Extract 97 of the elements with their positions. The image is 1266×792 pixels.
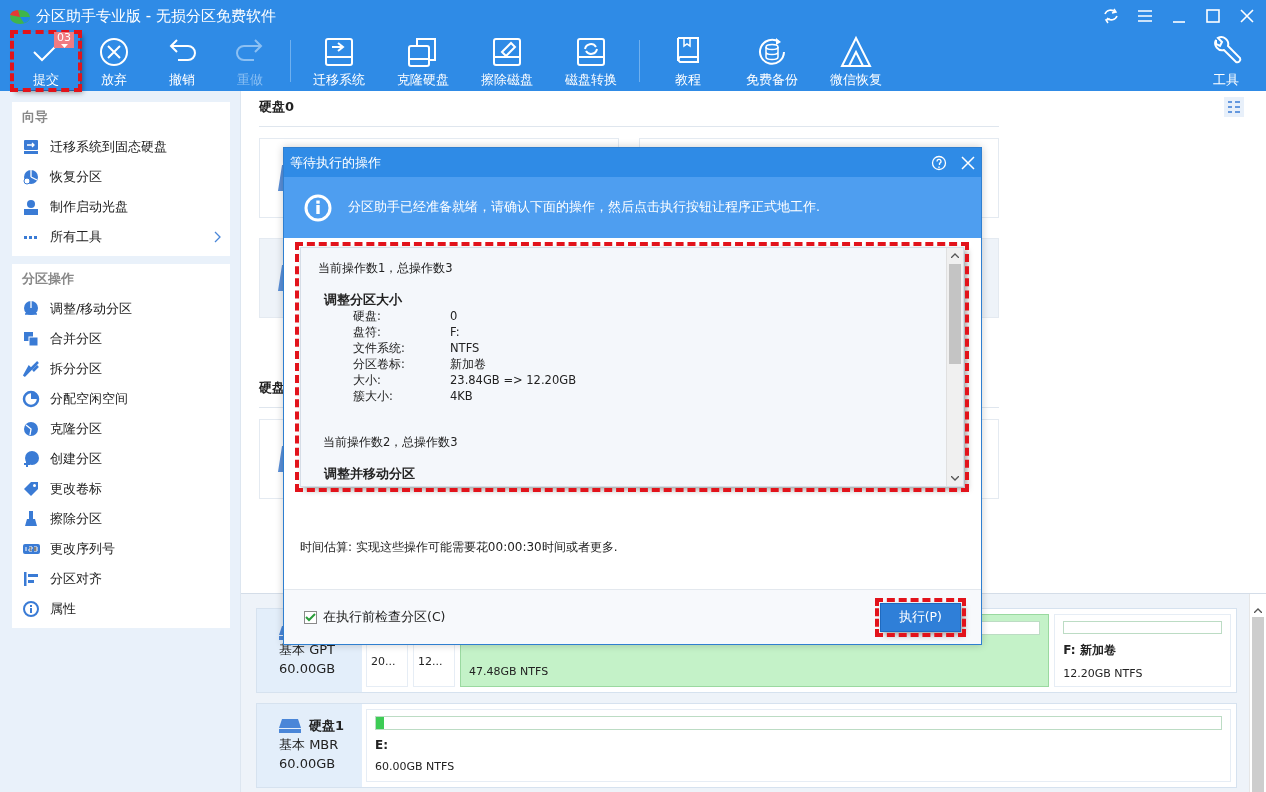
- sidebar-item[interactable]: 创建分区: [22, 444, 230, 474]
- toolbar-button[interactable]: 磁盘转换: [549, 32, 633, 90]
- sidebar-item[interactable]: 擦除分区: [22, 504, 230, 534]
- close-icon[interactable]: [961, 155, 975, 170]
- sidebar-item[interactable]: 更改序列号: [22, 534, 230, 564]
- checkmark-icon: [305, 612, 316, 622]
- sidebar-item[interactable]: 制作启动光盘: [22, 192, 230, 222]
- operation-title: 调整并移动分区: [322, 466, 416, 482]
- field-value: 23.84GB => 12.20GB: [450, 372, 578, 388]
- toolbar-button[interactable]: 微信恢复: [814, 32, 898, 90]
- broom-icon: [22, 510, 40, 528]
- align-icon: [22, 570, 40, 588]
- sidebar-item[interactable]: 属性: [22, 594, 230, 624]
- field-label: 文件系统:: [353, 340, 406, 356]
- toolbar-button[interactable]: 克隆硬盘: [381, 32, 465, 90]
- window-title: 分区助手专业版 - 无损分区免费软件: [36, 6, 276, 26]
- toolbar-button[interactable]: 教程: [646, 32, 730, 90]
- section-title: 向导: [22, 108, 49, 126]
- toolbar-button[interactable]: 迁移系统: [297, 32, 381, 90]
- operation-title: 调整分区大小: [322, 292, 403, 308]
- sidebar-item[interactable]: 合并分区: [22, 324, 230, 354]
- disk-name: 硬盘1: [309, 717, 345, 735]
- toolbar-button[interactable]: 擦除磁盘: [465, 32, 549, 90]
- partition-name: F: 新加卷: [1063, 642, 1117, 659]
- time-estimate: 时间估算: 实现这些操作可能需要花00:00:30时间或者更多.: [300, 539, 619, 556]
- toolbar-button[interactable]: 工具: [1192, 32, 1260, 90]
- scrollbar[interactable]: [1249, 594, 1266, 792]
- menu-icon[interactable]: [1136, 7, 1154, 25]
- refresh-icon[interactable]: [1102, 7, 1120, 25]
- partition-size: 12.20GB NTFS: [1063, 667, 1144, 680]
- toolbar-button[interactable]: 撤销: [148, 32, 216, 90]
- sidebar-item[interactable]: 更改卷标: [22, 474, 230, 504]
- disk-title: 硬盘0: [259, 98, 295, 116]
- disc-stack-icon: [22, 198, 40, 216]
- partition-size: 47.48GB NTFS: [469, 665, 550, 678]
- pie-plus-icon: [22, 450, 40, 468]
- field-label: 硬盘:: [353, 308, 382, 324]
- app-logo-icon: [8, 7, 30, 25]
- pie-chart-icon: [22, 390, 40, 408]
- maximize-icon[interactable]: [1204, 7, 1222, 25]
- pie-chart-icon: [22, 168, 40, 186]
- sidebar-item[interactable]: 所有工具: [22, 222, 230, 252]
- disk-type: 基本 MBR: [279, 736, 340, 754]
- field-value: 新加卷: [450, 356, 487, 372]
- disk-row[interactable]: 硬盘1 基本 MBR 60.00GB E: 60.00GB NTFS: [256, 703, 1237, 788]
- dots-icon: [22, 235, 40, 239]
- pie-resize-icon: [22, 300, 40, 318]
- pie-chart-icon: [22, 420, 40, 438]
- drive-arrow-icon: [22, 138, 40, 156]
- partition-block[interactable]: F: 新加卷 12.20GB NTFS: [1054, 614, 1231, 687]
- toolbar-button[interactable]: 放弃: [80, 32, 148, 90]
- field-label: 大小:: [353, 372, 382, 388]
- sidebar-item[interactable]: 拆分分区: [22, 354, 230, 384]
- list-view-icon[interactable]: [1224, 97, 1244, 117]
- operation-header: 当前操作数1，总操作数3: [318, 260, 454, 276]
- toolbar-button[interactable]: 免费备份: [730, 32, 814, 90]
- info-icon: [22, 600, 40, 618]
- partition-name: E:: [375, 738, 389, 752]
- disk-size: 60.00GB: [279, 660, 337, 678]
- partition-block[interactable]: E: 60.00GB NTFS: [366, 709, 1231, 782]
- partition-label: 20...: [371, 655, 397, 668]
- field-value: 0: [450, 308, 459, 324]
- dialog-title: 等待执行的操作: [290, 153, 381, 172]
- field-value: 4KB: [450, 388, 474, 404]
- field-value: NTFS: [450, 340, 481, 356]
- caret-icon: [60, 44, 68, 48]
- info-message: 分区助手已经准备就绪，请确认下面的操作，然后点击执行按钮让程序正式地工作.: [348, 199, 820, 216]
- partition-label: 12...: [418, 655, 444, 668]
- partition-size: 60.00GB NTFS: [375, 760, 456, 773]
- sidebar-item[interactable]: 分配空闲空间: [22, 384, 230, 414]
- chevron-up-icon: [951, 253, 959, 258]
- field-label: 簇大小:: [353, 388, 394, 404]
- merge-squares-icon: [22, 330, 40, 348]
- toolbar-button[interactable]: 提交 03: [12, 32, 80, 90]
- count-badge: 03: [54, 32, 74, 48]
- field-label: 分区卷标:: [353, 356, 406, 372]
- split-icon: [22, 360, 40, 378]
- sidebar-item[interactable]: 调整/移动分区: [22, 294, 230, 324]
- triangle-logo-icon: [838, 34, 874, 70]
- info-icon: [304, 193, 332, 222]
- help-icon[interactable]: [931, 154, 947, 171]
- sidebar-item[interactable]: 分区对齐: [22, 564, 230, 594]
- tag-icon: [22, 480, 40, 498]
- sidebar-item[interactable]: 恢复分区: [22, 162, 230, 192]
- close-icon[interactable]: [1238, 7, 1256, 25]
- chevron-up-icon: [1254, 608, 1262, 613]
- section-title: 分区操作: [22, 270, 75, 288]
- sidebar-item[interactable]: 克隆分区: [22, 414, 230, 444]
- checkbox[interactable]: [304, 610, 317, 624]
- scrollbar[interactable]: [946, 248, 963, 486]
- field-value: F:: [450, 324, 461, 340]
- operation-header: 当前操作数2，总操作数3: [322, 434, 459, 450]
- disk-size: 60.00GB: [279, 755, 337, 773]
- field-label: 盘符:: [353, 324, 382, 340]
- chevron-down-icon: [951, 476, 959, 481]
- disk-title: 硬盘: [259, 379, 285, 397]
- sidebar-item[interactable]: 迁移系统到固态硬盘: [22, 132, 230, 162]
